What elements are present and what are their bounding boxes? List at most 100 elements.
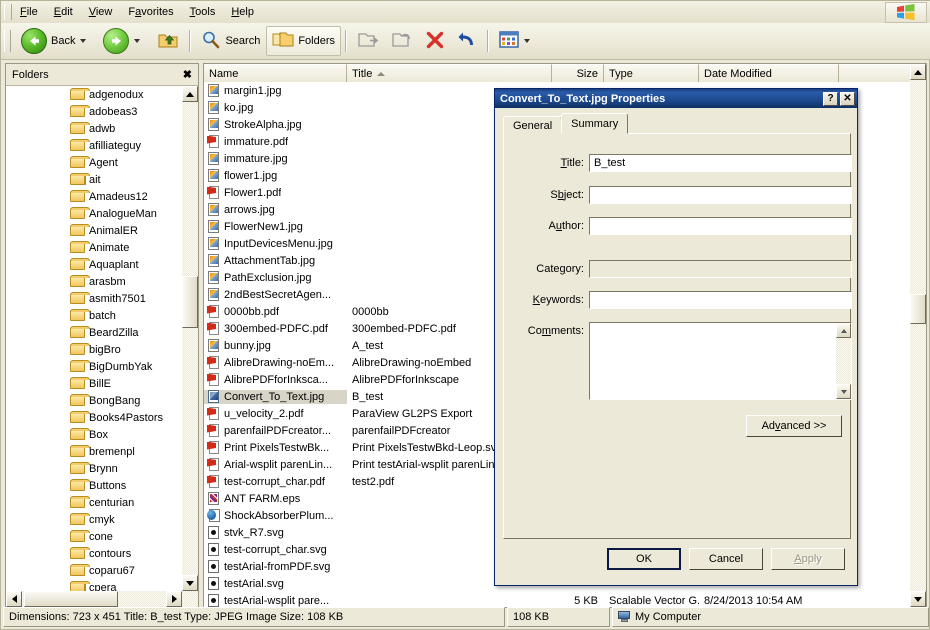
eps-file-icon (207, 492, 221, 506)
tree-item[interactable]: coparu67 (6, 562, 198, 579)
tab-summary[interactable]: Summary (561, 113, 628, 134)
column-header-date-modified[interactable]: Date Modified (699, 64, 839, 82)
toolbar-grip[interactable] (4, 30, 11, 52)
search-button[interactable]: Search (195, 26, 266, 56)
scroll-thumb-h[interactable] (24, 591, 118, 607)
column-header-name[interactable]: Name (204, 64, 347, 82)
tree-item[interactable]: centurian (6, 494, 198, 511)
file-row[interactable]: testArial-wsplit pare...5 KBScalable Vec… (204, 592, 926, 607)
forward-button[interactable] (97, 26, 151, 56)
scroll-up-button[interactable] (910, 64, 926, 80)
views-button[interactable] (493, 26, 541, 56)
tree-item[interactable]: asmith7501 (6, 290, 198, 307)
tree-item[interactable]: Agent (6, 154, 198, 171)
tree-item[interactable]: Brynn (6, 460, 198, 477)
scroll-left-button[interactable] (6, 591, 22, 607)
file-name-label: Convert_To_Text.jpg (224, 391, 324, 403)
tree-item[interactable]: BongBang (6, 392, 198, 409)
tree-item[interactable]: Buttons (6, 477, 198, 494)
scroll-down-button[interactable] (910, 591, 926, 607)
tree-item[interactable]: batch (6, 307, 198, 324)
subject-input[interactable] (589, 186, 852, 204)
column-header-label: Title (352, 68, 372, 80)
tree-item[interactable]: bremenpl (6, 443, 198, 460)
up-button[interactable] (151, 26, 185, 56)
help-question-icon[interactable]: ? (823, 92, 838, 106)
file-list-vscrollbar[interactable] (910, 64, 926, 607)
title-input[interactable]: B_test (589, 154, 852, 172)
comments-textarea[interactable] (589, 322, 852, 400)
menu-grip[interactable] (4, 4, 12, 20)
views-dropdown-icon[interactable] (524, 39, 530, 43)
scroll-up-button[interactable] (836, 323, 851, 338)
menu-item-edit[interactable]: Edit (46, 3, 81, 22)
delete-button[interactable] (419, 26, 451, 56)
comments-scrollbar[interactable] (836, 323, 851, 399)
menu-item-tools[interactable]: Tools (182, 3, 224, 22)
forward-dropdown-icon[interactable] (134, 39, 140, 43)
scroll-thumb[interactable] (910, 294, 926, 324)
column-header-title[interactable]: Title (347, 64, 552, 82)
menu-item-favorites[interactable]: Favorites (120, 3, 181, 22)
folder-tree[interactable]: adgenoduxadobeas3adwbafilliateguyAgent+a… (6, 86, 198, 607)
dialog-tabs[interactable]: GeneralSummary (503, 114, 627, 134)
tab-general[interactable]: General (503, 116, 562, 134)
back-dropdown-icon[interactable] (80, 39, 86, 43)
tree-item[interactable]: AnimalER (6, 222, 198, 239)
undo-button[interactable] (451, 26, 483, 56)
tree-item[interactable]: Box (6, 426, 198, 443)
close-icon[interactable]: ✕ (840, 92, 855, 106)
cancel-button[interactable]: Cancel (689, 548, 763, 570)
scroll-up-button[interactable] (182, 86, 198, 102)
tree-item[interactable]: adobeas3 (6, 103, 198, 120)
folder-icon (70, 105, 86, 118)
tree-item[interactable]: Books4Pastors (6, 409, 198, 426)
tree-item[interactable]: BillE (6, 375, 198, 392)
tree-item[interactable]: Amadeus12 (6, 188, 198, 205)
back-button[interactable]: Back (15, 26, 97, 56)
close-icon[interactable]: ✖ (183, 70, 192, 80)
folders-button[interactable]: Folders (266, 26, 341, 56)
tree-item[interactable]: bigBro (6, 341, 198, 358)
folder-icon (70, 513, 86, 526)
tree-item[interactable]: adwb (6, 120, 198, 137)
menu-item-help[interactable]: Help (223, 3, 262, 22)
category-input[interactable] (589, 260, 852, 278)
dialog-title-bar[interactable]: Convert_To_Text.jpg Properties ? ✕ (495, 89, 857, 108)
column-header-row[interactable]: Name Title SizeTypeDate Modified (204, 64, 926, 82)
tree-item[interactable]: cmyk (6, 511, 198, 528)
tree-item[interactable]: cone (6, 528, 198, 545)
tree-item[interactable]: afilliateguy (6, 137, 198, 154)
column-header-type[interactable]: Type (604, 64, 699, 82)
keywords-input[interactable] (589, 291, 852, 309)
jpg-file-icon (207, 101, 221, 115)
ok-button[interactable]: OK (607, 548, 681, 570)
file-name-cell: Convert_To_Text.jpg (204, 390, 347, 404)
scroll-thumb[interactable] (182, 276, 198, 328)
menu-item-file[interactable]: FFileile (12, 3, 46, 22)
tree-item[interactable]: AnalogueMan (6, 205, 198, 222)
tree-item[interactable]: contours (6, 545, 198, 562)
tree-item[interactable]: BigDumbYak (6, 358, 198, 375)
column-header-size[interactable]: Size (552, 64, 604, 82)
tree-item[interactable]: BeardZilla (6, 324, 198, 341)
folder-tree-vscrollbar[interactable] (182, 86, 198, 591)
tree-item[interactable]: +ait (6, 171, 198, 188)
scroll-down-button[interactable] (836, 384, 851, 399)
tree-item[interactable]: arasbm (6, 273, 198, 290)
folder-tree-hscrollbar[interactable] (6, 591, 198, 607)
file-name-cell: bunny.jpg (204, 339, 347, 353)
scroll-right-button[interactable] (166, 591, 182, 607)
author-input[interactable] (589, 217, 852, 235)
tree-item-label: Buttons (89, 480, 126, 492)
advanced-button[interactable]: Advanced >> (746, 415, 842, 437)
folder-icon (70, 394, 86, 407)
column-header-blank[interactable] (839, 64, 912, 82)
tree-item[interactable]: adgenodux (6, 86, 198, 103)
tree-item[interactable]: Animate (6, 239, 198, 256)
scroll-down-button[interactable] (182, 575, 198, 591)
tree-item-label: Brynn (89, 463, 118, 475)
menu-item-view[interactable]: View (81, 3, 121, 22)
tree-item[interactable]: Aquaplant (6, 256, 198, 273)
field-author-label: Author: (504, 217, 584, 232)
